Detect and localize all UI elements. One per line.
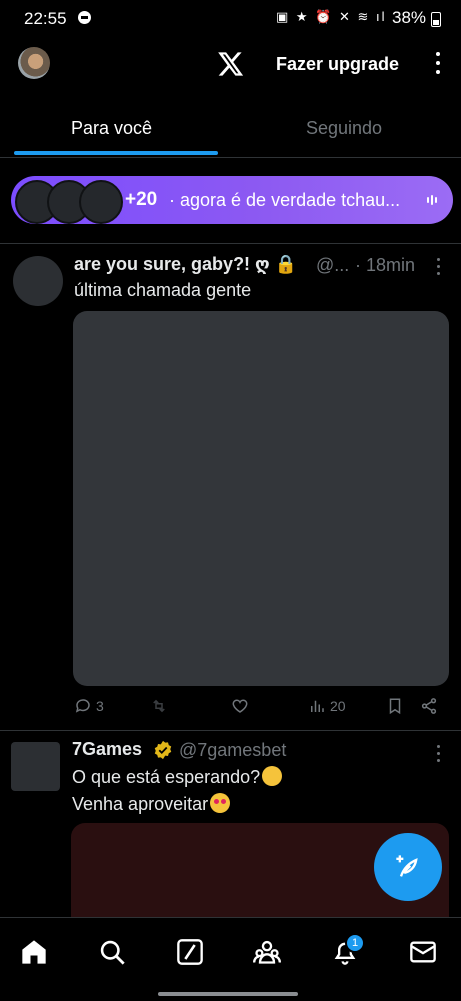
verified-badge-icon	[154, 740, 172, 760]
tweet-author-name[interactable]: 7Games	[72, 739, 142, 760]
bottom-navigation: 1	[0, 917, 461, 1001]
divider	[0, 730, 461, 731]
space-title: · agora é de verdade tchau...	[169, 190, 401, 210]
messages-icon[interactable]	[409, 938, 437, 966]
tweet-more-icon[interactable]	[432, 258, 444, 278]
notifications-badge: 1	[345, 933, 365, 953]
heart-icon	[232, 699, 248, 713]
views-icon	[311, 700, 324, 712]
home-icon[interactable]	[20, 938, 48, 966]
bookmark-icon	[389, 698, 401, 715]
profile-avatar[interactable]	[18, 47, 50, 79]
tweet-actions: 3 20	[0, 697, 461, 719]
tweet-author-avatar[interactable]	[11, 742, 60, 791]
divider	[0, 243, 461, 244]
share-icon	[421, 698, 437, 714]
notification-dot-icon	[78, 11, 91, 24]
tweet-author-avatar[interactable]	[13, 256, 63, 306]
battery-icon	[431, 12, 441, 27]
thinking-face-icon	[262, 766, 283, 786]
tweet-author-name[interactable]: are you sure, gaby?! ღ 🔒	[74, 254, 297, 275]
share-button[interactable]	[420, 697, 438, 715]
space-participant-avatar	[79, 180, 123, 224]
retweet-icon	[153, 699, 165, 713]
feather-plus-icon	[396, 855, 418, 877]
upgrade-button[interactable]: Fazer upgrade	[276, 54, 399, 75]
tweet-text-line: O que está esperando?	[72, 766, 283, 788]
tweet-author-handle[interactable]: @...	[316, 255, 349, 276]
bookmark-button[interactable]	[386, 697, 404, 715]
audio-wave-icon	[427, 195, 437, 205]
divider	[0, 157, 461, 158]
tab-following[interactable]: Seguindo	[306, 118, 382, 139]
x-logo-icon	[218, 52, 244, 76]
tweet-text-line: Venha aproveitar	[72, 793, 231, 815]
more-options-icon[interactable]	[431, 52, 445, 78]
tweet-text: última chamada gente	[74, 280, 252, 300]
battery-level: 38%	[392, 8, 427, 27]
home-indicator[interactable]	[158, 992, 298, 996]
tweet-media[interactable]	[73, 311, 449, 686]
heart-eyes-icon	[210, 793, 231, 813]
views-count: 20	[330, 698, 346, 714]
reply-count: 3	[96, 698, 104, 714]
tweet-more-icon[interactable]	[432, 745, 444, 765]
space-listener-count: +20	[125, 189, 158, 210]
active-tab-indicator	[14, 151, 218, 155]
tweet-timestamp[interactable]: · 18min	[355, 255, 415, 276]
live-space-banner[interactable]: +20 · agora é de verdade tchau...	[11, 176, 453, 224]
status-icons: ▣ ★ ⏰ ✕ ≋ ıl	[276, 9, 387, 24]
tweet-author-handle[interactable]: @7gamesbet	[179, 740, 286, 761]
reply-button[interactable]: 3	[74, 697, 104, 715]
compose-post-button[interactable]	[374, 833, 442, 901]
retweet-button[interactable]	[150, 697, 168, 715]
like-button[interactable]	[231, 697, 249, 715]
tab-for-you[interactable]: Para você	[71, 118, 152, 139]
views-button[interactable]: 20	[308, 697, 346, 715]
status-bar: 22:55 ▣ ★ ⏰ ✕ ≋ ıl 38%	[0, 0, 461, 36]
reply-icon	[75, 699, 90, 713]
grok-icon[interactable]	[176, 938, 204, 966]
communities-icon[interactable]	[253, 938, 281, 966]
search-icon[interactable]	[98, 938, 126, 966]
status-time: 22:55	[24, 9, 67, 28]
